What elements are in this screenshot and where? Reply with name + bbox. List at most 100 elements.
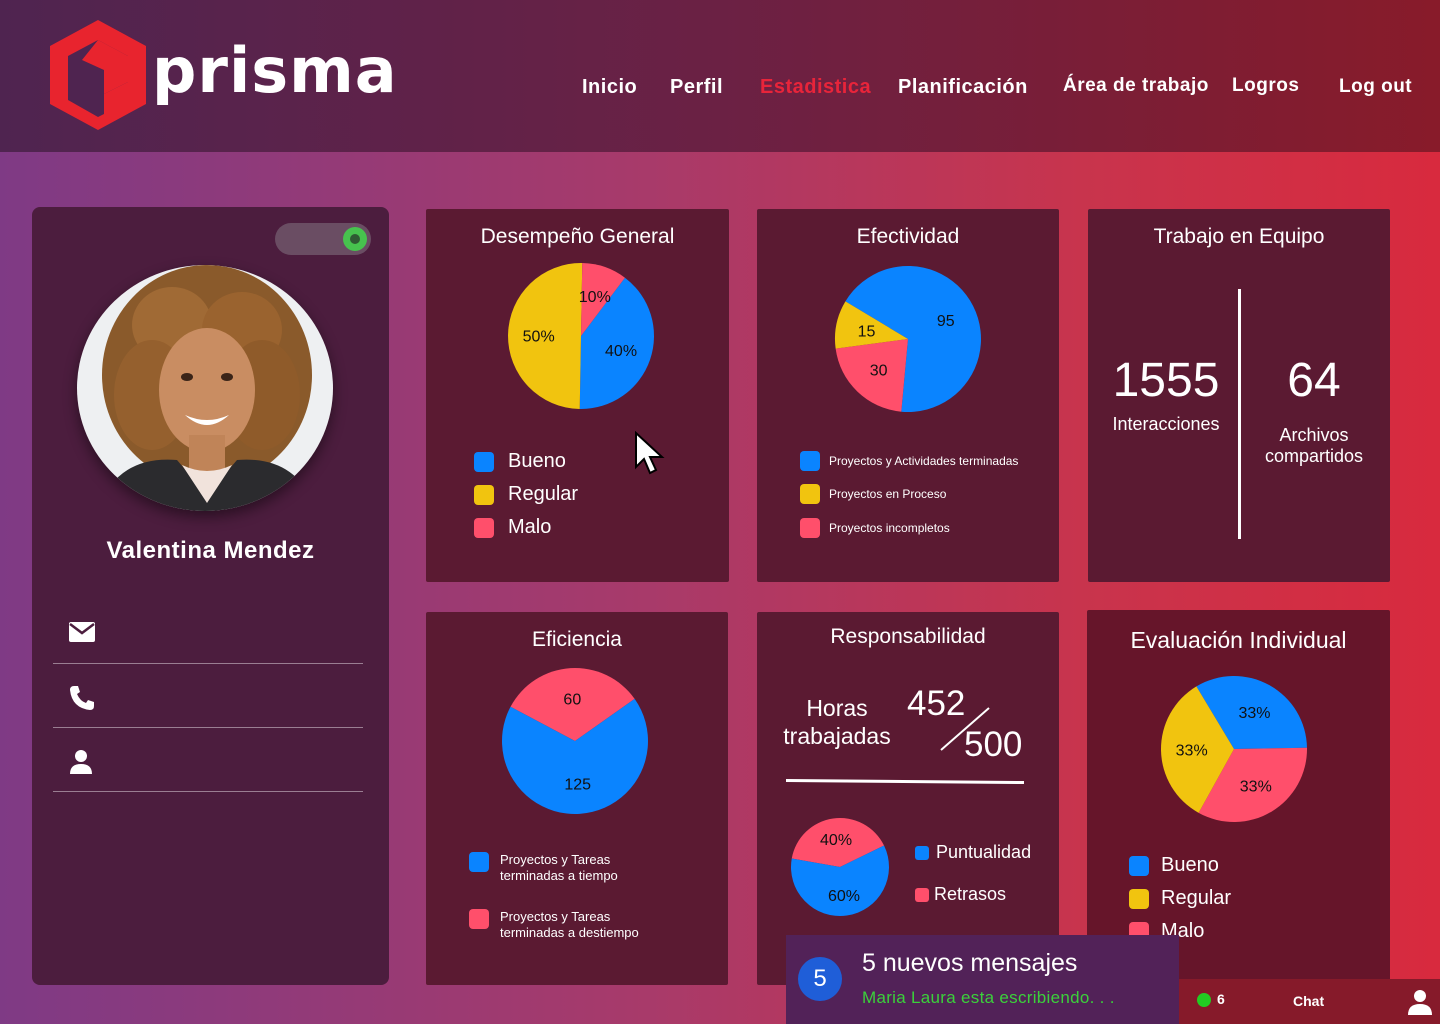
card-title: Desempeño General: [480, 225, 675, 248]
legend-bueno: Bueno: [1129, 854, 1219, 877]
pie-value-label: 33%: [1239, 705, 1271, 722]
nav-estadistica[interactable]: Estadistica: [760, 76, 871, 99]
horas-label: Horas trabajadas: [777, 694, 897, 750]
legend-swatch-blue: [469, 852, 489, 872]
legend-label: Retrasos: [934, 884, 1007, 904]
card-title: Evaluación Individual: [1130, 627, 1347, 653]
phone-icon: [70, 686, 94, 710]
chat-bar[interactable]: 6 Chat: [1179, 979, 1440, 1024]
horas-label-line: trabajadas: [783, 723, 891, 749]
prisma-logo-icon[interactable]: [48, 18, 148, 132]
legend-a-destiempo: Proyectos y Tareas terminadas a destiemp…: [469, 909, 639, 941]
nav-planificacion[interactable]: Planificación: [898, 76, 1028, 99]
legend-label: Regular: [1161, 887, 1232, 909]
legend-swatch-blue: [915, 845, 929, 860]
legend-malo: Malo: [474, 516, 551, 539]
mouse-cursor-icon: [635, 431, 665, 475]
brand-name[interactable]: prisma: [152, 34, 398, 107]
legend-swatch-blue: [1129, 855, 1149, 876]
pie-value-label: 33%: [1240, 778, 1272, 795]
user-icon: [70, 750, 92, 774]
pie-value-label: 125: [564, 776, 591, 793]
profile-card: Valentina Mendez: [32, 207, 389, 985]
nav-inicio[interactable]: Inicio: [582, 76, 637, 99]
pie-value-label: 33%: [1176, 743, 1208, 760]
pie-value-label: 15: [858, 323, 876, 340]
legend-swatch-blue: [474, 451, 494, 472]
legend-terminadas: Proyectos y Actividades terminadas: [800, 451, 1018, 471]
typing-indicator: Maria Laura esta escribiendo. . .: [862, 988, 1115, 1007]
status-toggle[interactable]: [275, 223, 371, 255]
legend-bueno: Bueno: [474, 450, 566, 473]
legend-retrasos: Retrasos: [915, 884, 1006, 905]
pie-value-label: 50%: [523, 328, 555, 345]
contact-email-row[interactable]: [53, 605, 363, 664]
legend-label-line: terminadas a tiempo: [500, 868, 618, 883]
card-title: Efectividad: [856, 225, 960, 248]
card-title: Eficiencia: [532, 628, 622, 651]
legend-label: Proyectos incompletos: [829, 521, 950, 535]
divider: [1238, 289, 1241, 539]
legend-swatch-red: [800, 518, 820, 538]
legend-label: Proyectos y Tareas terminadas a tiempo: [500, 852, 618, 884]
contact-user-row[interactable]: [53, 733, 363, 792]
legend-label-line: terminadas a destiempo: [500, 925, 639, 940]
pie-value-label: 30: [870, 363, 888, 380]
legend-swatch-red: [474, 517, 494, 538]
legend-regular: Regular: [1129, 887, 1231, 910]
legend-swatch-yellow: [1129, 888, 1149, 909]
top-header: prisma Inicio Perfil Estadistica Planifi…: [0, 0, 1440, 152]
card-eficiencia: Eficiencia 60 125 Proyectos y Tareas term…: [426, 612, 728, 985]
legend-label: Regular: [508, 483, 579, 505]
pie-value-label: 95: [937, 313, 955, 330]
legend-label: Puntualidad: [936, 842, 1032, 862]
legend-incompletos: Proyectos incompletos: [800, 518, 950, 538]
legend-en-proceso: Proyectos en Proceso: [800, 484, 946, 504]
legend-label-line: Proyectos y Tareas: [500, 852, 611, 867]
pie-value-label: 40%: [605, 343, 637, 360]
pie-value-label: 60: [563, 692, 581, 709]
legend-regular: Regular: [474, 483, 578, 506]
desempeno-pie-chart: 40% 50% 10%: [508, 263, 654, 409]
chat-label[interactable]: Chat: [1293, 993, 1324, 1009]
interacciones-value: 1555: [1112, 354, 1220, 407]
legend-a-tiempo: Proyectos y Tareas terminadas a tiempo: [469, 852, 618, 884]
nav-perfil[interactable]: Perfil: [670, 76, 723, 99]
nav-log-out[interactable]: Log out: [1339, 76, 1412, 98]
horas-total: 500: [964, 725, 1023, 764]
legend-label-line: Proyectos y Tareas: [500, 909, 611, 924]
card-title: Trabajo en Equipo: [1153, 225, 1325, 248]
archivos-label-1: Archivos: [1279, 425, 1349, 445]
toggle-knob: [343, 227, 367, 251]
interacciones-label: Interacciones: [1112, 414, 1220, 434]
card-title: Responsabilidad: [830, 625, 986, 648]
new-messages-notification[interactable]: 5 5 nuevos mensajes Maria Laura esta esc…: [786, 935, 1179, 1024]
responsabilidad-pie-chart: 40% 60%: [791, 818, 889, 916]
legend-puntualidad: Puntualidad: [915, 842, 1031, 863]
legend-label: Proyectos y Actividades terminadas: [829, 454, 1019, 468]
avatar: [77, 265, 333, 511]
card-efectividad: Efectividad 95 30 15 Proyectos y Actividad…: [757, 209, 1059, 582]
profile-name: Valentina Mendez: [106, 537, 315, 564]
archivos-value: 64: [1287, 354, 1341, 407]
contact-phone-row[interactable]: [53, 669, 363, 728]
legend-label: Proyectos en Proceso: [829, 487, 947, 501]
legend-swatch-yellow: [474, 484, 494, 505]
evaluacion-pie-chart: 33% 33% 33%: [1161, 676, 1307, 822]
nav-logros[interactable]: Logros: [1232, 75, 1299, 97]
archivos-label-2: compartidos: [1264, 446, 1364, 466]
legend-swatch-blue: [800, 451, 820, 471]
card-trabajo-en-equipo: Trabajo en Equipo 1555 Interacciones 64 …: [1088, 209, 1390, 582]
pie-value-label: 60%: [828, 888, 860, 905]
user-icon[interactable]: [1407, 988, 1433, 1016]
eficiencia-pie-chart: 60 125: [502, 668, 648, 814]
card-desempeno-general: Desempeño General 40% 50% 10% Bueno Regula…: [426, 209, 729, 582]
divider: [785, 778, 1025, 785]
card-evaluacion-individual: Evaluación Individual 33% 33% 33% Bueno Re…: [1087, 610, 1390, 983]
online-count: 6: [1217, 991, 1225, 1007]
horas-label-line: Horas: [806, 695, 868, 721]
legend-swatch-red: [915, 887, 929, 902]
nav-area-de-trabajo[interactable]: Área de trabajo: [1063, 75, 1209, 97]
card-responsabilidad: Responsabilidad Horas trabajadas 452 500…: [757, 612, 1059, 985]
online-status-dot: [1197, 993, 1211, 1007]
